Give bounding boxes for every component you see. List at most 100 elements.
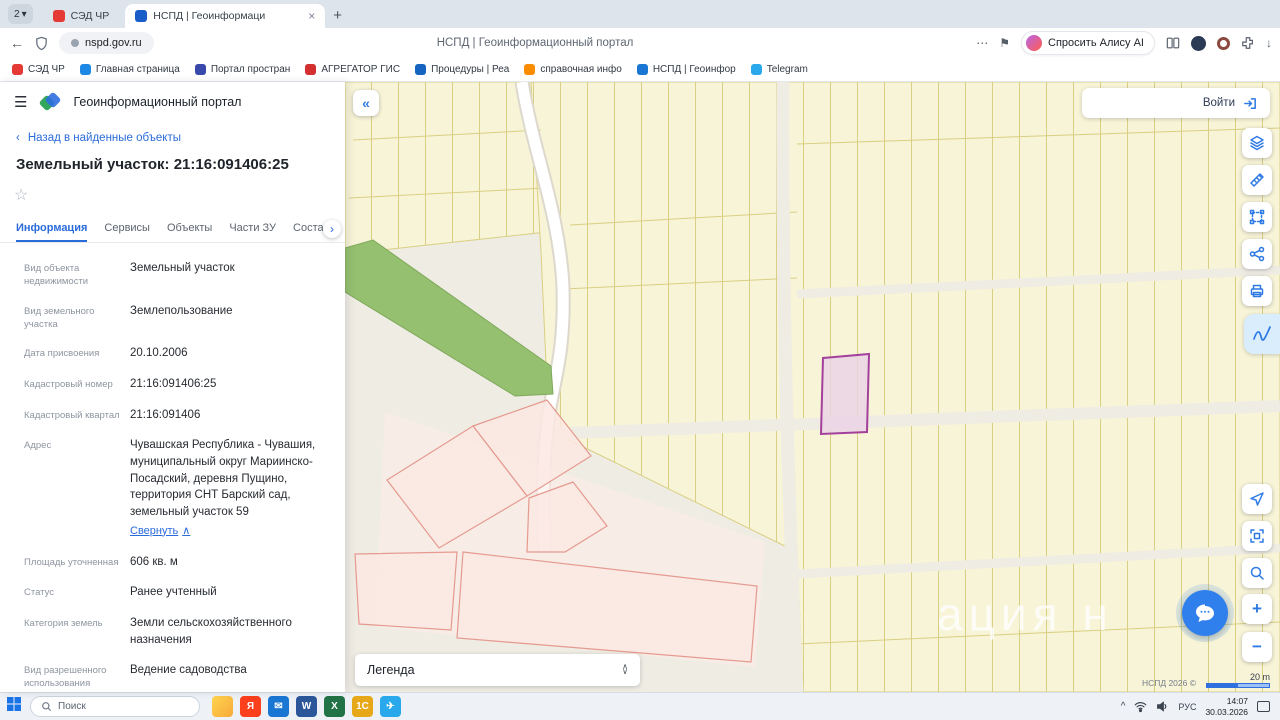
bookmark-item[interactable]: СЭД ЧР [12,64,65,75]
clock[interactable]: 14:07 30.03.2026 [1205,696,1248,717]
chevron-up-icon: ∧ [182,524,191,537]
bookmark-label: Telegram [766,64,808,75]
new-tab-button[interactable]: + [333,7,342,24]
language-indicator[interactable]: РУС [1178,702,1196,712]
copyright: НСПД 2026 © [1141,678,1196,688]
split-tabs-icon[interactable] [1166,36,1180,50]
bookmark-favicon [524,64,536,75]
bookmark-label: Портал простран [210,64,291,75]
scale-bar: 20 m [1206,672,1270,688]
notification-center-icon[interactable] [1257,701,1270,712]
tab-objects[interactable]: Объекты [167,213,212,242]
magnifier-icon [1250,566,1264,580]
draw-icon [1253,326,1271,341]
tabs-scroll-button[interactable]: › [323,220,341,238]
draw-tool-button[interactable] [1244,314,1280,354]
locate-button[interactable] [1242,484,1272,514]
time: 14:07 [1226,695,1248,706]
start-button[interactable] [6,696,22,717]
app-icon-telegram[interactable]: ✈ [380,696,401,717]
app-icon-1c[interactable]: 1С [352,696,373,717]
select-area-button[interactable] [1242,202,1272,232]
tab-parts[interactable]: Части ЗУ [229,213,276,242]
bookmark-item[interactable]: справочная инфо [524,64,622,75]
volume-icon[interactable] [1156,700,1169,713]
more-icon[interactable]: ⋯ [976,36,988,50]
selected-parcel[interactable] [819,352,871,436]
app-icon-mail[interactable]: ✉ [268,696,289,717]
back-to-results-link[interactable]: ‹ Назад в найденные объекты [0,116,345,146]
back-icon[interactable]: ← [10,35,24,51]
tab-label: НСПД | Геоинформаци [153,10,266,22]
alice-button[interactable]: Спросить Алису AI [1021,31,1155,55]
bookmark-flag-icon[interactable]: ⚑ [999,36,1010,50]
chat-bubble-icon [1196,604,1214,622]
address-bar-actions: ⋯ ⚑ Спросить Алису AI ↓ [976,31,1272,55]
collapse-address-link[interactable]: Свернуть ∧ [130,524,190,540]
print-icon [1250,284,1264,298]
login-label: Войти [1202,97,1235,109]
measure-button[interactable] [1242,165,1272,195]
tab-services[interactable]: Сервисы [104,213,150,242]
map-extent-icon [1250,529,1264,543]
wifi-icon[interactable] [1134,700,1147,713]
bookmark-item[interactable]: НСПД | Геоинфор [636,64,736,75]
app-icon-yandex-browser[interactable]: Я [240,696,261,717]
collapse-panel-button[interactable]: « [353,90,379,116]
bookmark-favicon [415,64,427,75]
app-icon-excel[interactable]: X [324,696,345,717]
login-button[interactable]: Войти [1082,88,1270,118]
app-icon-word[interactable]: W [296,696,317,717]
bookmark-item[interactable]: АГРЕГАТОР ГИС [305,64,400,75]
bookmark-item[interactable]: Портал простран [194,64,291,75]
downloads-icon[interactable]: ↓ [1266,36,1272,50]
url-text: nspd.gov.ru [85,37,142,49]
bookmark-label: Процедуры | Реа [431,64,510,75]
zoom-out-button[interactable]: − [1242,632,1272,662]
url-chip[interactable]: nspd.gov.ru [59,32,154,54]
search-area-button[interactable] [1242,558,1272,588]
bookmark-item[interactable]: Telegram [750,64,808,75]
record-icon[interactable] [1217,36,1230,50]
alice-cloud-icon[interactable] [1191,35,1206,51]
tab-information[interactable]: Информация [16,213,87,242]
menu-icon[interactable]: ☰ [14,93,27,111]
map-toolbar-bottom [1242,484,1272,588]
favorite-star-icon[interactable]: ☆ [14,187,28,204]
field-row: Вид разрешенного использования Ведение са… [24,664,247,690]
zoom-in-button[interactable]: + [1242,594,1272,624]
object-fields: Вид объекта недвижимости Земельный участо… [0,243,345,692]
extensions-icon[interactable] [1241,36,1255,50]
tray-expand-icon[interactable]: ^ [1121,701,1126,712]
zoom-controls: + − [1242,594,1272,662]
protect-shield-icon[interactable] [34,36,49,51]
bookmark-item[interactable]: Процедуры | Реа [415,64,509,75]
share-button[interactable] [1242,239,1272,269]
close-icon[interactable]: × [308,9,315,23]
screen: 2 ▾ СЭД ЧР НСПД | Геоинформаци × + ← nsp… [0,0,1280,720]
tab-sed-chr[interactable]: СЭД ЧР [43,4,120,28]
nspd-logo-icon [38,91,62,112]
legend-bar[interactable]: Легенда ∧ ∨ [355,654,640,686]
extent-button[interactable] [1242,521,1272,551]
legend-toggle-icon[interactable]: ∧ ∨ [622,663,628,676]
tab-label: СЭД ЧР [70,10,110,22]
geoportal-app: ☰ Геоинформационный портал ‹ Назад в най… [0,82,1280,692]
taskbar-search[interactable]: Поиск [30,696,200,717]
tab-nspd-active[interactable]: НСПД | Геоинформаци × [125,4,326,28]
layers-button[interactable] [1242,128,1272,158]
field-row: Кадастровый квартал 21:16:091406 [24,408,201,421]
field-row: Дата присвоения 20.10.2006 [24,347,188,360]
chat-button[interactable] [1182,590,1228,636]
bookmark-favicon [194,64,206,75]
profile-chip[interactable]: 2 ▾ [8,4,33,24]
bookmark-item[interactable]: Главная страница [79,64,180,75]
bookmark-label: справочная инфо [540,64,622,75]
map-canvas[interactable]: ация н [345,82,1280,692]
field-row-address: Адрес Чувашская Республика - Чувашия, му… [0,430,345,546]
app-icon-photos[interactable] [212,696,233,717]
bookmark-label: Главная страница [95,64,180,75]
bookmark-label: СЭД ЧР [28,64,65,75]
page-title: НСПД | Геоинформационный портал [436,37,634,49]
print-button[interactable] [1242,276,1272,306]
